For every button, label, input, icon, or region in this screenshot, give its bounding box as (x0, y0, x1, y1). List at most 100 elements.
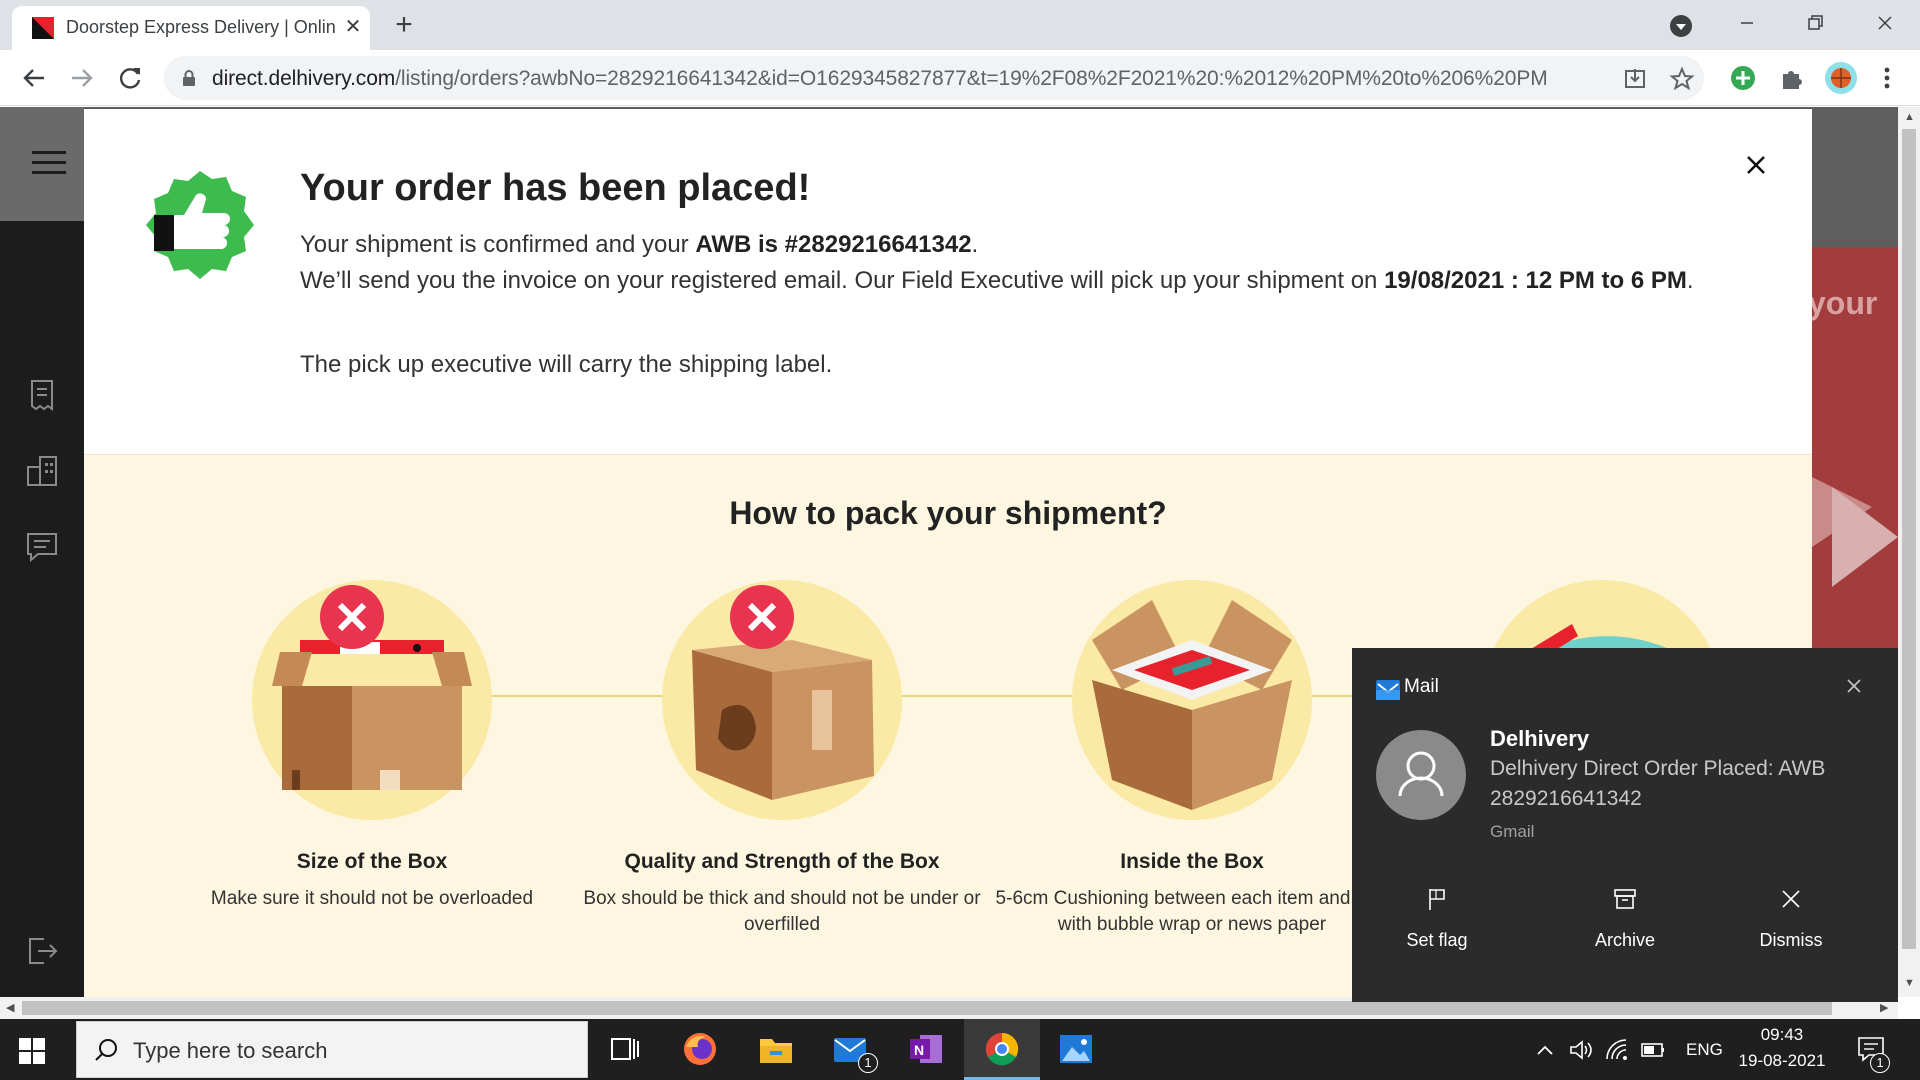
confirmation-line: Your shipment is confirmed and your AWB … (300, 227, 1760, 263)
vertical-scroll-thumb[interactable] (1902, 129, 1916, 949)
notification-body: Delhivery Direct Order Placed: AWB 28292… (1490, 757, 1826, 810)
background-partial-text: your (1808, 285, 1878, 321)
browser-menu-icon[interactable] (1873, 64, 1901, 92)
confirmation-suffix: . (971, 231, 979, 258)
install-app-icon[interactable] (1622, 66, 1648, 92)
notification-sender: Delhivery (1490, 726, 1590, 751)
building-icon[interactable] (24, 453, 60, 489)
vertical-scrollbar[interactable]: ▲ ▼ (1898, 107, 1920, 997)
taskbar-search-placeholder: Type here to search (133, 1038, 328, 1063)
pickup-slot: 19/08/2021 : 12 PM to 6 PM (1384, 267, 1687, 294)
hamburger-menu-icon[interactable] (32, 149, 66, 177)
tab-search-icon[interactable] (1667, 12, 1695, 40)
packing-guide-title: How to pack your shipment? (729, 495, 1167, 531)
task-view-icon[interactable] (604, 1029, 644, 1069)
damaged-box-icon (692, 585, 874, 800)
battery-icon[interactable] (1640, 1039, 1666, 1061)
search-icon (95, 1039, 117, 1061)
tab-close-icon[interactable]: ✕ (340, 14, 366, 40)
confirmation-prefix: Your shipment is confirmed and your (300, 231, 696, 258)
address-bar[interactable]: direct.delhivery.com/listing/orders?awbN… (164, 56, 1704, 100)
forward-icon[interactable] (66, 62, 98, 94)
language-indicator[interactable]: ENG (1686, 1040, 1723, 1060)
svg-text:N: N (914, 1042, 924, 1058)
archive-label: Archive (1594, 930, 1656, 950)
extensions-puzzle-icon[interactable] (1777, 64, 1805, 92)
close-window-button[interactable] (1860, 6, 1910, 40)
scroll-right-icon[interactable]: ▶ (1880, 1001, 1888, 1014)
lock-icon[interactable] (180, 69, 198, 87)
notification-source: Gmail (1490, 822, 1535, 841)
action-center-badge: 1 (1870, 1053, 1890, 1073)
chrome-icon (985, 1032, 1019, 1066)
step-title: Inside the Box (1120, 850, 1264, 873)
step-description: Box should be thick and should not be un… (583, 888, 981, 935)
volume-icon[interactable] (1568, 1037, 1594, 1063)
set-flag-button[interactable]: Set flag (1362, 886, 1512, 951)
scroll-left-icon[interactable]: ◀ (6, 1001, 14, 1014)
browser-toolbar: direct.delhivery.com/listing/orders?awbN… (0, 50, 1920, 106)
onenote-icon[interactable]: N (906, 1029, 946, 1069)
mail-notification-toast[interactable]: Mail Delhivery Delhivery Direct Order Pl… (1352, 648, 1898, 1002)
extension-green-icon[interactable] (1729, 64, 1757, 92)
minimize-icon (1741, 22, 1753, 24)
basketball-avatar-icon (1831, 68, 1851, 88)
modal-close-icon[interactable] (1740, 149, 1772, 181)
orders-receipt-icon[interactable] (24, 377, 60, 413)
scroll-up-icon[interactable]: ▲ (1904, 111, 1915, 123)
background-graphic (1812, 477, 1898, 587)
clock-date: 19-08-2021 (1738, 1051, 1826, 1070)
firefox-icon[interactable] (680, 1029, 720, 1069)
url-host: direct.delhivery.com (212, 67, 396, 90)
back-icon[interactable] (18, 62, 50, 94)
minimize-button[interactable] (1722, 6, 1772, 40)
url-path: /listing/orders?awbNo=2829216641342&id=O… (395, 67, 1548, 90)
sender-avatar (1376, 730, 1466, 820)
overloaded-box-icon (272, 585, 472, 790)
tray-expand-icon[interactable] (1534, 1039, 1556, 1061)
horizontal-scroll-thumb[interactable] (22, 1001, 1832, 1015)
logout-icon[interactable] (24, 933, 60, 969)
restore-icon (1808, 15, 1823, 30)
thumbs-up-badge-icon (146, 171, 254, 279)
support-chat-icon[interactable] (24, 529, 60, 565)
step-description: 5-6cm Cushioning between each item and w… (995, 888, 1389, 935)
taskbar-search-box[interactable]: Type here to search (76, 1021, 588, 1078)
chrome-taskbar-button[interactable] (964, 1019, 1040, 1080)
tab-title: Doorstep Express Delivery | Online Couri… (66, 17, 336, 37)
step-description: Make sure it should not be overloaded (210, 888, 534, 909)
notification-close-icon[interactable] (1842, 674, 1866, 698)
shipping-label-line: The pick up executive will carry the shi… (300, 351, 833, 378)
mail-app-icon (1376, 680, 1400, 700)
set-flag-label: Set flag (1406, 930, 1468, 950)
new-tab-button[interactable]: + (388, 10, 420, 42)
pickup-suffix: . (1686, 267, 1694, 294)
person-icon (1398, 751, 1444, 797)
awb-number: AWB is #2829216641342 (695, 231, 972, 258)
dismiss-button[interactable]: Dismiss (1716, 886, 1866, 951)
clock[interactable]: 09:43 19-08-2021 (1730, 1025, 1834, 1071)
windows-start-icon[interactable] (18, 1037, 46, 1065)
reload-icon[interactable] (114, 62, 146, 94)
photos-icon[interactable] (1056, 1029, 1096, 1069)
dismiss-label: Dismiss (1759, 930, 1823, 950)
wifi-icon[interactable] (1604, 1037, 1630, 1063)
pickup-prefix: We’ll send you the invoice on your regis… (300, 267, 1385, 294)
step-title: Size of the Box (296, 850, 448, 873)
restore-button[interactable] (1790, 6, 1840, 40)
page-title: Your order has been placed! (300, 167, 811, 209)
clock-time: 09:43 (1760, 1025, 1804, 1044)
scroll-down-icon[interactable]: ▼ (1904, 977, 1915, 989)
notification-app-name: Mail (1404, 676, 1439, 697)
file-explorer-icon[interactable] (756, 1029, 796, 1069)
dismiss-icon (1782, 890, 1800, 908)
profile-avatar[interactable] (1825, 62, 1857, 94)
pickup-schedule-line: We’ll send you the invoice on your regis… (300, 263, 1760, 299)
archive-button[interactable]: Archive (1550, 886, 1700, 951)
bookmark-star-icon[interactable] (1669, 66, 1695, 92)
browser-tab[interactable]: Doorstep Express Delivery | Online Couri… (12, 6, 370, 50)
windows-taskbar: Type here to search 1 N ENG 09:43 19-08-… (0, 1019, 1920, 1080)
mail-unread-badge: 1 (858, 1053, 878, 1073)
delhivery-favicon-icon (32, 17, 54, 39)
archive-icon (1614, 889, 1636, 909)
